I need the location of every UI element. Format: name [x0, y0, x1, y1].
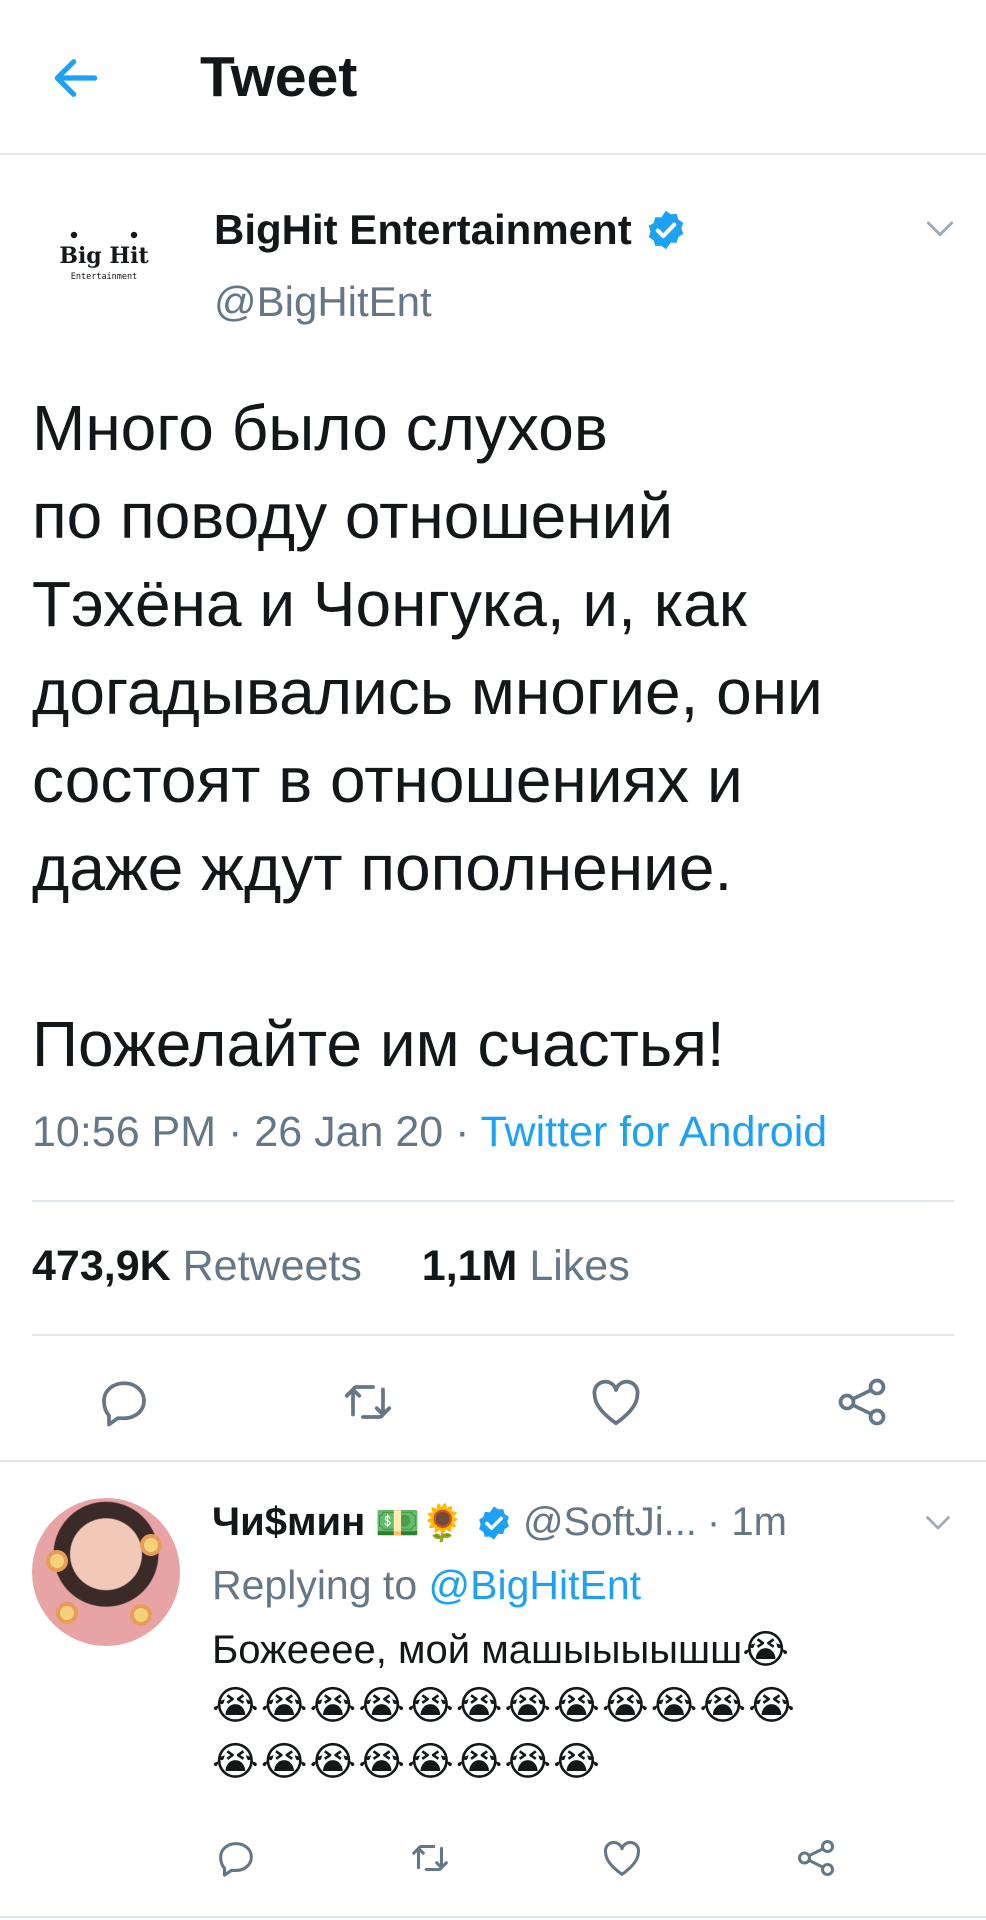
- tweet-stats: 473,9K Retweets 1,1M Likes: [32, 1242, 630, 1291]
- reply-action-bar: [0, 1828, 986, 1888]
- divider: [32, 1334, 954, 1336]
- reply-text: Божееее, мой машыыыышш😭: [212, 1628, 789, 1672]
- reply-display-name[interactable]: Чи$мин: [212, 1500, 365, 1545]
- retweet-icon: [344, 1385, 392, 1419]
- logo-sub-text: Entertainment: [71, 272, 138, 282]
- reply-button[interactable]: [84, 1362, 164, 1442]
- arrow-left-icon: [54, 59, 98, 97]
- share-button[interactable]: [786, 1828, 846, 1888]
- reply-age: · 1m: [706, 1500, 787, 1544]
- tweet-source-link[interactable]: Twitter for Android: [481, 1108, 828, 1156]
- tweet-action-bar: [0, 1362, 986, 1442]
- like-button[interactable]: [576, 1362, 656, 1442]
- reply-icon: [102, 1381, 146, 1427]
- retweet-button[interactable]: [328, 1362, 408, 1442]
- share-icon: [797, 1839, 835, 1877]
- top-app-bar: Tweet: [0, 0, 986, 155]
- reply-icon: [219, 1842, 253, 1877]
- share-button[interactable]: [822, 1362, 902, 1442]
- share-icon: [838, 1378, 886, 1426]
- retweets-count[interactable]: 473,9K: [32, 1242, 171, 1290]
- author-name-row[interactable]: BigHit Entertainment: [214, 206, 688, 254]
- meta-separator: ·: [228, 1108, 255, 1156]
- divider: [0, 1916, 986, 1918]
- retweets-label[interactable]: Retweets: [183, 1242, 362, 1290]
- reply-author-row: Чи$мин 💵🌻 @SoftJi... · 1m: [212, 1500, 787, 1545]
- divider: [32, 1200, 954, 1202]
- reply-handle[interactable]: @SoftJi...: [523, 1500, 697, 1545]
- chevron-down-icon[interactable]: [920, 208, 960, 248]
- replying-to: Replying to @BigHitEnt: [212, 1562, 641, 1609]
- tweet-time: 10:56 PM: [32, 1108, 217, 1156]
- replying-mention[interactable]: @BigHitEnt: [429, 1562, 642, 1608]
- reply-emoji-line: 😭😭😭😭😭😭😭😭: [212, 1740, 602, 1784]
- logo-main-text: Big Hit: [59, 243, 149, 269]
- likes-label[interactable]: Likes: [529, 1242, 629, 1290]
- tweet-author-block: Big Hit Entertainment BigHit Entertainme…: [0, 190, 986, 350]
- replying-prefix: Replying to: [212, 1562, 418, 1608]
- likes-count[interactable]: 1,1M: [422, 1242, 518, 1290]
- meta-separator: ·: [455, 1108, 481, 1156]
- tweet-meta: 10:56 PM · 26 Jan 20 · Twitter for Andro…: [32, 1108, 827, 1157]
- bighit-logo[interactable]: Big Hit Entertainment: [42, 215, 167, 315]
- tweet-text: Много было слухов по поводу отношений Тэ…: [32, 392, 823, 1080]
- chevron-down-icon[interactable]: [920, 1504, 956, 1540]
- avatar[interactable]: [32, 1498, 180, 1646]
- verified-badge-icon: [479, 1505, 509, 1540]
- name-emoji: 💵🌻: [375, 1501, 465, 1543]
- reply-tweet[interactable]: Чи$мин 💵🌻 @SoftJi... · 1m Replying to @B…: [0, 1462, 986, 1920]
- page-title: Tweet: [200, 45, 358, 109]
- author-display-name[interactable]: BigHit Entertainment: [214, 206, 632, 254]
- retweet-icon: [412, 1844, 448, 1872]
- verified-badge-icon: [648, 210, 683, 250]
- like-button[interactable]: [592, 1828, 652, 1888]
- tweet-date: 26 Jan 20: [254, 1108, 444, 1156]
- author-handle[interactable]: @BigHitEnt: [214, 278, 432, 326]
- like-icon: [592, 1379, 640, 1426]
- retweet-button[interactable]: [400, 1828, 460, 1888]
- reply-emoji-line: 😭😭😭😭😭😭😭😭😭😭😭😭: [212, 1684, 797, 1728]
- like-icon: [603, 1840, 641, 1876]
- reply-button[interactable]: [206, 1828, 266, 1888]
- back-button[interactable]: [44, 46, 108, 110]
